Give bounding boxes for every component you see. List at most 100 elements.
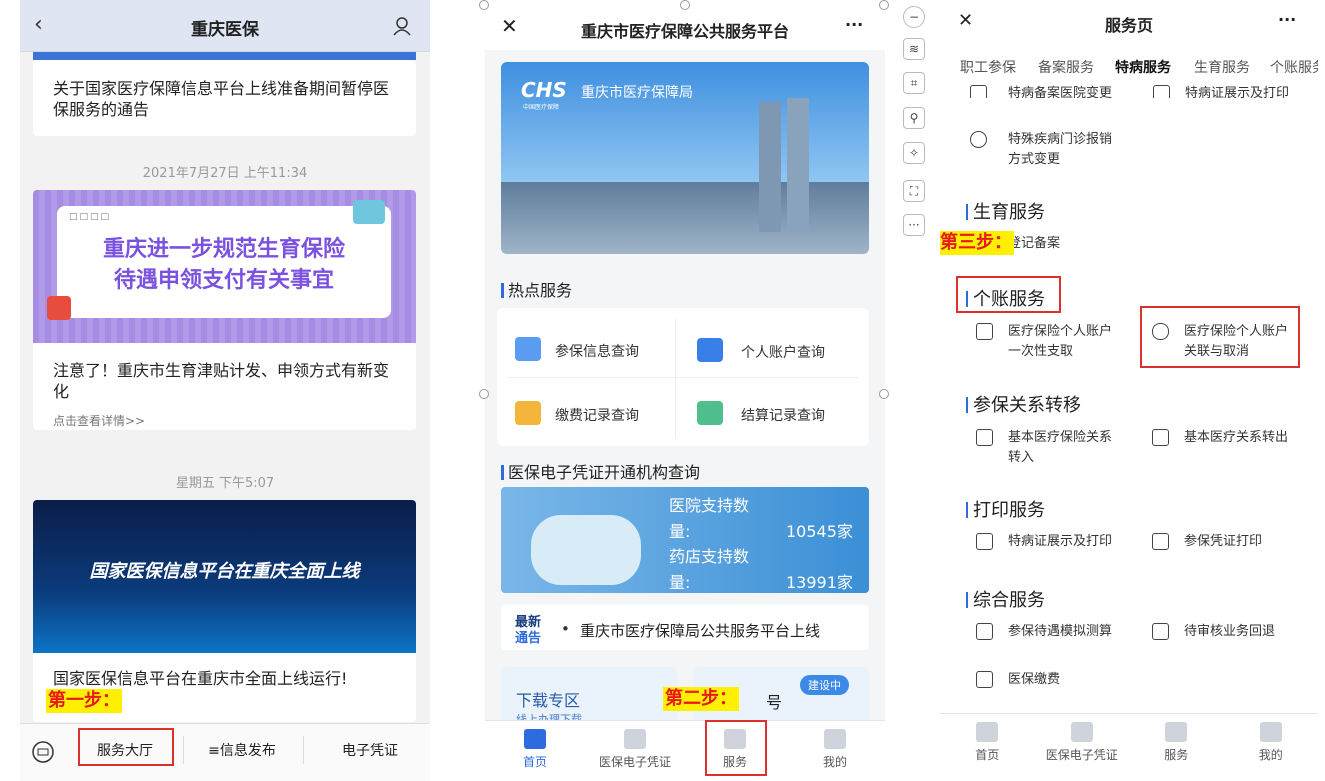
item-special-outpatient[interactable]: 特殊疾病门诊报销 方式变更	[970, 130, 1112, 170]
tab-bar: 首页 医保电子凭证 服务 我的	[485, 720, 885, 781]
yen-icon	[976, 671, 993, 688]
news-text: 重庆市医疗保障局公共服务平台上线	[580, 622, 821, 640]
people-icon	[970, 131, 987, 148]
chs-logo: CHS	[521, 78, 567, 102]
tab-filing[interactable]: 备案服务	[1038, 57, 1094, 77]
selection-handle[interactable]	[479, 0, 489, 10]
more-icon[interactable]: ···	[845, 15, 863, 34]
document-icon	[1152, 623, 1169, 640]
divider	[675, 318, 676, 438]
building-badge: 建设中	[800, 675, 849, 695]
article-title: 国家医保信息平台在重庆市全面上线运行!	[53, 669, 348, 688]
hospital-count: 10545家	[786, 522, 853, 541]
article-banner: □□□□ 重庆进一步规范生育保险 待遇申领支付有关事宜	[33, 190, 416, 343]
map-image	[531, 515, 641, 585]
highlight-box	[1140, 306, 1300, 368]
selection-handle[interactable]	[879, 0, 889, 10]
hospital-label-2: 量:	[669, 522, 691, 541]
more-icon[interactable]: ···	[1278, 10, 1296, 29]
profile-icon[interactable]	[392, 16, 412, 36]
item-registration-filing[interactable]: 登记备案	[1008, 234, 1060, 254]
download-title: 下载专区	[516, 691, 581, 710]
crop-icon[interactable]: ⌗	[903, 72, 925, 94]
chs-logo-sub: 中国医疗保障	[523, 104, 560, 111]
qr-icon	[1070, 722, 1093, 742]
tab-maternity[interactable]: 生育服务	[1194, 57, 1250, 77]
menu-info-release[interactable]: ≡信息发布	[190, 740, 294, 760]
news-ticker[interactable]: 最新 通告 • 重庆市医疗保障局公共服务平台上线	[501, 605, 869, 650]
service-settlement-records[interactable]: 结算记录查询	[697, 401, 825, 425]
article-title: 注意了！重庆市生育津贴计发、申领方式有新变化	[53, 361, 390, 401]
page-title: 重庆医保	[191, 20, 259, 40]
minus-icon[interactable]: −	[903, 6, 925, 28]
article-banner: 国家医保信息平台在重庆全面上线	[33, 500, 416, 653]
section-title: 综合服务	[966, 586, 1045, 612]
hospital-icon	[970, 85, 987, 98]
item-transfer-in[interactable]: 基本医疗保险关系 转入	[976, 428, 1112, 468]
news-tag-2: 通告	[515, 631, 542, 646]
printer-icon	[1152, 429, 1169, 446]
pharmacy-label: 药店支持数	[669, 547, 750, 566]
item-payment[interactable]: 医保缴费	[976, 670, 1060, 690]
person-icon	[824, 729, 846, 749]
tab-personal-account[interactable]: 个账服务	[1270, 57, 1318, 77]
service-insurance-info[interactable]: 参保信息查询	[515, 337, 639, 361]
panel-service-platform: ✕ 重庆市医疗保障公共服务平台 ··· CHS 中国医疗保障 重庆市医疗保障局 …	[485, 5, 885, 781]
selection-handle[interactable]	[479, 389, 489, 399]
tab-special-disease[interactable]: 特病服务	[1115, 57, 1171, 77]
item-insurance-voucher-print[interactable]: 参保凭证打印	[1152, 532, 1262, 552]
header: ✕ 重庆市医疗保障公共服务平台 ···	[485, 5, 885, 50]
menu-e-voucher[interactable]: 电子凭证	[310, 740, 430, 760]
building-image	[787, 98, 809, 232]
hero-banner: CHS 中国医疗保障 重庆市医疗保障局	[501, 62, 869, 254]
download-zone[interactable]: 下载专区 线上办理下载	[501, 667, 677, 727]
tab-e-voucher[interactable]: 医保电子凭证	[1035, 714, 1130, 781]
institution-stats-banner[interactable]: 医院支持数 量: 10545家 药店支持数 量: 13991家	[501, 487, 869, 593]
more-icon[interactable]: ···	[903, 214, 925, 236]
layers-icon[interactable]: ≋	[903, 38, 925, 60]
item-account-withdraw[interactable]: 医疗保险个人账户 一次性支取	[976, 322, 1112, 362]
tab-mine[interactable]: 我的	[785, 721, 885, 781]
service-payment-records[interactable]: 缴费记录查询	[515, 401, 639, 425]
list-icon	[1153, 85, 1170, 98]
notice-card[interactable]: 关于国家医疗保障信息平台上线准备期间暂停医保服务的通告	[33, 60, 416, 136]
service-personal-account[interactable]: 个人账户查询	[697, 338, 825, 362]
item-transfer-out[interactable]: 基本医疗关系转出	[1152, 428, 1288, 448]
highlight-box	[705, 720, 767, 776]
item-special-hospital-change[interactable]: 特病备案医院变更	[970, 84, 1112, 98]
article-card[interactable]: □□□□ 重庆进一步规范生育保险 待遇申领支付有关事宜 注意了！重庆市生育津贴计…	[33, 190, 416, 430]
hospital-label: 医院支持数	[669, 496, 750, 515]
tab-e-voucher[interactable]: 医保电子凭证	[585, 721, 685, 781]
banner-line1: 重庆进一步规范生育保险	[102, 237, 345, 262]
skyline-image	[501, 182, 869, 254]
magic-icon[interactable]: ✧	[903, 142, 925, 164]
step-label: 第二步：	[663, 687, 739, 711]
section-title: 打印服务	[966, 496, 1045, 522]
item-benefit-calc[interactable]: 参保待遇模拟测算	[976, 622, 1112, 642]
tab-worker-insurance[interactable]: 职工参保	[960, 57, 1016, 77]
section-title: 热点服务	[501, 277, 572, 301]
section-title: 生育服务	[966, 198, 1045, 224]
search-icon[interactable]: ⚲	[903, 107, 925, 129]
printer-icon	[1152, 533, 1169, 550]
document-icon	[515, 337, 541, 361]
tab-mine[interactable]: 我的	[1224, 714, 1319, 781]
item-special-card-print[interactable]: 特病证展示及打印	[1153, 84, 1289, 98]
item-pending-rollback[interactable]: 待审核业务回退	[1152, 622, 1275, 642]
selection-handle[interactable]	[680, 0, 690, 10]
building-image	[759, 102, 781, 232]
selection-handle[interactable]	[879, 389, 889, 399]
keyboard-icon[interactable]	[32, 741, 54, 763]
header: ‹ 重庆医保	[20, 0, 430, 52]
tab-home[interactable]: 首页	[485, 721, 585, 781]
grid-icon	[1165, 722, 1188, 742]
step-label: 第一步：	[46, 689, 122, 713]
transfer-in-icon	[976, 429, 993, 446]
screenshot-icon[interactable]: ⛶	[903, 180, 925, 202]
accent-bar	[33, 52, 416, 60]
detail-link[interactable]: 点击查看详情>>	[53, 412, 145, 429]
item-special-card-print[interactable]: 特病证展示及打印	[976, 532, 1112, 552]
tab-service[interactable]: 服务	[1129, 714, 1224, 781]
tab-home[interactable]: 首页	[940, 714, 1035, 781]
hot-services-grid	[497, 308, 869, 446]
